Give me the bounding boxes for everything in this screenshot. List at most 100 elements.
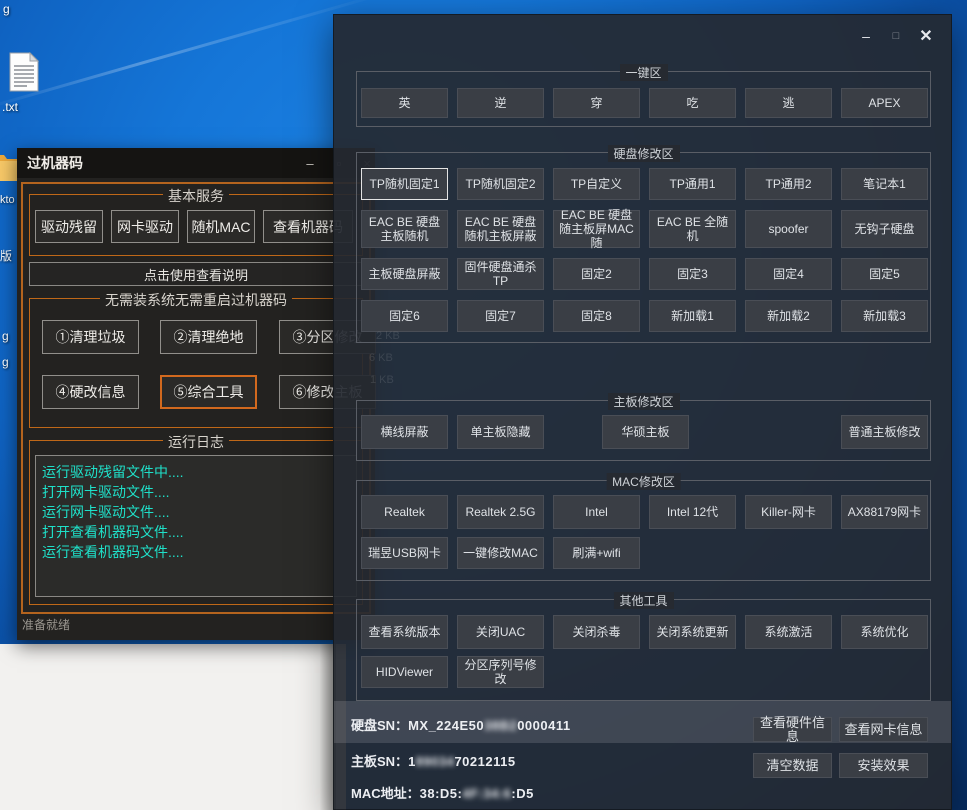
tool-button[interactable]: APEX — [841, 88, 928, 118]
desktop: g .txt kto 版 g g 过机器码 – ▫ × — [0, 0, 967, 810]
desktop-icon-label[interactable]: kto — [0, 194, 15, 206]
log-line: 运行网卡驱动文件.... — [42, 502, 356, 522]
tool-button[interactable]: 关闭系统更新 — [649, 615, 736, 649]
tool-button[interactable]: TP通用2 — [745, 168, 832, 200]
section-title: 硬盘修改区 — [607, 145, 679, 162]
tool-button[interactable]: EAC BE 硬盘随主板屏MAC随 — [553, 210, 640, 248]
numbered-tool-button[interactable]: ⑤综合工具 — [160, 375, 257, 409]
tool-button[interactable]: Intel — [553, 495, 640, 529]
tool-button[interactable]: TP随机固定2 — [457, 168, 544, 200]
tool-button[interactable]: 瑞昱USB网卡 — [361, 537, 448, 569]
hdd-sn-label: 硬盘SN： — [351, 718, 408, 733]
text-file-icon[interactable] — [9, 52, 39, 97]
log-line: 打开网卡驱动文件.... — [42, 482, 356, 502]
tool-button[interactable]: 固定7 — [457, 300, 544, 332]
tool-button[interactable]: 固定8 — [553, 300, 640, 332]
redacted-text: 4F:34:6 — [462, 786, 511, 801]
tool-button[interactable]: 主板硬盘屏蔽 — [361, 258, 448, 290]
tool-button[interactable]: 穿 — [553, 88, 640, 118]
tool-button[interactable]: 吃 — [649, 88, 736, 118]
numbered-tool-button[interactable]: ①清理垃圾 — [42, 320, 139, 354]
maximize-icon[interactable]: □ — [885, 25, 907, 47]
service-button[interactable]: 随机MAC — [187, 210, 255, 243]
tool-button[interactable]: EAC BE 硬盘主板随机 — [361, 210, 448, 248]
section-title: 主板修改区 — [607, 393, 679, 410]
log-line: 打开查看机器码文件.... — [42, 522, 356, 542]
tool-button[interactable]: 查看系统版本 — [361, 615, 448, 649]
tool-button[interactable]: 横线屏蔽 — [361, 415, 448, 449]
tool-button[interactable]: 无钩子硬盘 — [841, 210, 928, 248]
tool-button[interactable]: Intel 12代 — [649, 495, 736, 529]
tool-button[interactable]: TP通用1 — [649, 168, 736, 200]
group-title: 基本服务 — [163, 186, 229, 206]
usage-help-button[interactable]: 点击使用查看说明 — [29, 262, 363, 286]
info-button[interactable]: 查看网卡信息 — [839, 717, 928, 742]
board-sn-row: 主板SN：18903470212115 — [351, 751, 516, 770]
wallpaper-light-streak — [0, 0, 384, 111]
numbered-tool-button[interactable]: ④硬改信息 — [42, 375, 139, 409]
ghost-text: 1 KB — [370, 374, 394, 386]
tool-button[interactable]: AX88179网卡 — [841, 495, 928, 529]
section-title: 其他工具 — [613, 592, 673, 609]
tool-button[interactable]: 新加载3 — [841, 300, 928, 332]
close-icon[interactable]: ✕ — [915, 25, 937, 47]
tool-button[interactable]: TP自定义 — [553, 168, 640, 200]
section-title: 一键区 — [619, 64, 667, 81]
tool-button[interactable]: 系统优化 — [841, 615, 928, 649]
desktop-icon-label[interactable]: .txt — [2, 100, 18, 114]
tool-button[interactable]: 固定2 — [553, 258, 640, 290]
tool-button[interactable]: 笔记本1 — [841, 168, 928, 200]
minimize-icon[interactable]: – — [299, 152, 321, 174]
group-title: 无需装系统无需重启过机器码 — [100, 290, 292, 310]
tool-button[interactable]: 新加载2 — [745, 300, 832, 332]
hdd-sn-row: 硬盘SN：MX_224E5038B20000411 — [351, 715, 571, 734]
tool-button[interactable]: 系统激活 — [745, 615, 832, 649]
numbered-tool-button[interactable]: ②清理绝地 — [160, 320, 257, 354]
info-button[interactable]: 查看硬件信息 — [753, 717, 832, 742]
section-title: MAC修改区 — [606, 473, 681, 490]
log-line: 运行查看机器码文件.... — [42, 542, 356, 562]
tool-button[interactable]: 分区序列号修改 — [457, 656, 544, 688]
service-button[interactable]: 驱动残留 — [35, 210, 103, 243]
desktop-icon-label[interactable]: 版 — [0, 247, 12, 264]
tool-button[interactable]: 固件硬盘通杀TP — [457, 258, 544, 290]
window-guojiqima: 过机器码 – ▫ × 基本服务 驱动残留网卡驱动随机MAC查看机器码 点击使用查… — [17, 148, 375, 640]
tool-button[interactable]: EAC BE 硬盘随机主板屏蔽 — [457, 210, 544, 248]
desktop-icon-label[interactable]: g — [2, 329, 9, 343]
tool-button[interactable]: 一键修改MAC — [457, 537, 544, 569]
tool-button[interactable]: 英 — [361, 88, 448, 118]
tool-button[interactable]: HIDViewer — [361, 656, 448, 688]
tool-button[interactable]: 刷满+wifi — [553, 537, 640, 569]
background-explorer-panel — [0, 644, 346, 810]
tool-button[interactable]: 固定3 — [649, 258, 736, 290]
left-titlebar[interactable]: 过机器码 — [17, 148, 375, 178]
tool-button[interactable]: 普通主板修改 — [841, 415, 928, 449]
mac-address-row: MAC地址：38:D5:4F:34:6:D5 — [351, 783, 534, 802]
ghost-text: 2 KB — [376, 330, 400, 342]
tool-button[interactable]: 固定4 — [745, 258, 832, 290]
tool-button[interactable]: 关闭杀毒 — [553, 615, 640, 649]
tool-button[interactable]: 关闭UAC — [457, 615, 544, 649]
service-button[interactable]: 网卡驱动 — [111, 210, 179, 243]
desktop-icon-label[interactable]: g — [3, 2, 10, 16]
minimize-icon[interactable]: – — [855, 25, 877, 47]
desktop-icon-label[interactable]: g — [2, 355, 9, 369]
info-button[interactable]: 安装效果 — [839, 753, 928, 778]
tool-button[interactable]: 固定6 — [361, 300, 448, 332]
info-button[interactable]: 清空数据 — [753, 753, 832, 778]
tool-button[interactable]: Killer-网卡 — [745, 495, 832, 529]
run-log-listbox[interactable]: 运行驱动残留文件中....打开网卡驱动文件....运行网卡驱动文件....打开查… — [35, 455, 357, 597]
tool-button[interactable]: 单主板隐藏 — [457, 415, 544, 449]
tool-button[interactable]: TP随机固定1 — [361, 168, 448, 200]
tool-button[interactable]: 逃 — [745, 88, 832, 118]
tool-button[interactable]: 新加载1 — [649, 300, 736, 332]
tool-button[interactable]: EAC BE 全随机 — [649, 210, 736, 248]
tool-button[interactable]: 华硕主板 — [602, 415, 689, 449]
tool-button[interactable]: Realtek — [361, 495, 448, 529]
tool-button[interactable]: spoofer — [745, 210, 832, 248]
window-title: 过机器码 — [27, 153, 83, 173]
tool-button[interactable]: Realtek 2.5G — [457, 495, 544, 529]
mac-label: MAC地址： — [351, 786, 420, 801]
tool-button[interactable]: 固定5 — [841, 258, 928, 290]
tool-button[interactable]: 逆 — [457, 88, 544, 118]
